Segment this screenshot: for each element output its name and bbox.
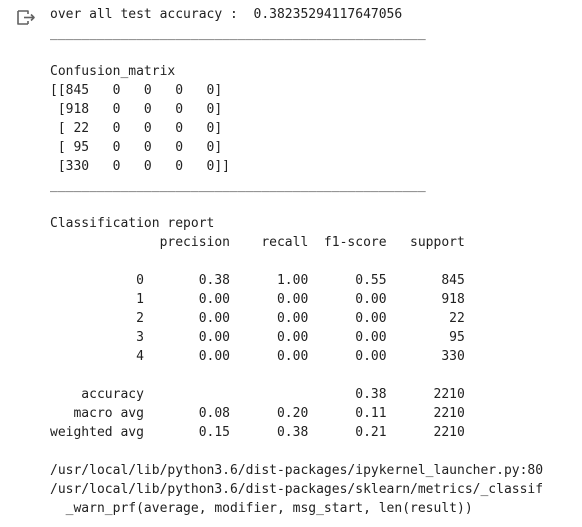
warning-line: _warn_prf(average, modifier, msg_start, … <box>50 501 473 516</box>
confusion-matrix-row: [[845 0 0 0 0] <box>50 83 223 98</box>
blank-line <box>50 195 582 214</box>
cell-output: over all test accuracy : 0.3823529411764… <box>50 5 582 518</box>
classification-report-header: precision recall f1-score support <box>50 235 465 250</box>
blank-line <box>50 43 582 62</box>
confusion-matrix-row: [918 0 0 0 0] <box>50 102 223 117</box>
classification-report-row: 3 0.00 0.00 0.00 95 <box>50 330 465 345</box>
blank-line <box>50 442 582 461</box>
report-accuracy-row: accuracy 0.38 2210 <box>50 387 465 402</box>
classification-report-row: 1 0.00 0.00 0.00 918 <box>50 292 465 307</box>
confusion-matrix-title: Confusion_matrix <box>50 64 176 79</box>
confusion-matrix-row: [330 0 0 0 0]] <box>50 159 231 174</box>
classification-report-title: Classification report <box>50 216 215 231</box>
separator-line: ________________________________________… <box>50 26 426 41</box>
classification-report-row: 4 0.00 0.00 0.00 330 <box>50 349 465 364</box>
warning-line: /usr/local/lib/python3.6/dist-packages/s… <box>50 482 544 497</box>
accuracy-line: over all test accuracy : 0.3823529411764… <box>50 7 403 22</box>
warning-line: /usr/local/lib/python3.6/dist-packages/i… <box>50 463 544 478</box>
report-weighted-avg-row: weighted avg 0.15 0.38 0.21 2210 <box>50 425 465 440</box>
classification-report-row: 0 0.38 1.00 0.55 845 <box>50 273 465 288</box>
blank-line <box>50 252 582 271</box>
confusion-matrix-row: [ 22 0 0 0 0] <box>50 121 223 136</box>
separator-line: ________________________________________… <box>50 178 426 193</box>
report-macro-avg-row: macro avg 0.08 0.20 0.11 2210 <box>50 406 465 421</box>
confusion-matrix-row: [ 95 0 0 0 0] <box>50 140 223 155</box>
output-redirect-icon <box>17 10 35 25</box>
classification-report-row: 2 0.00 0.00 0.00 22 <box>50 311 465 326</box>
blank-line <box>50 366 582 385</box>
